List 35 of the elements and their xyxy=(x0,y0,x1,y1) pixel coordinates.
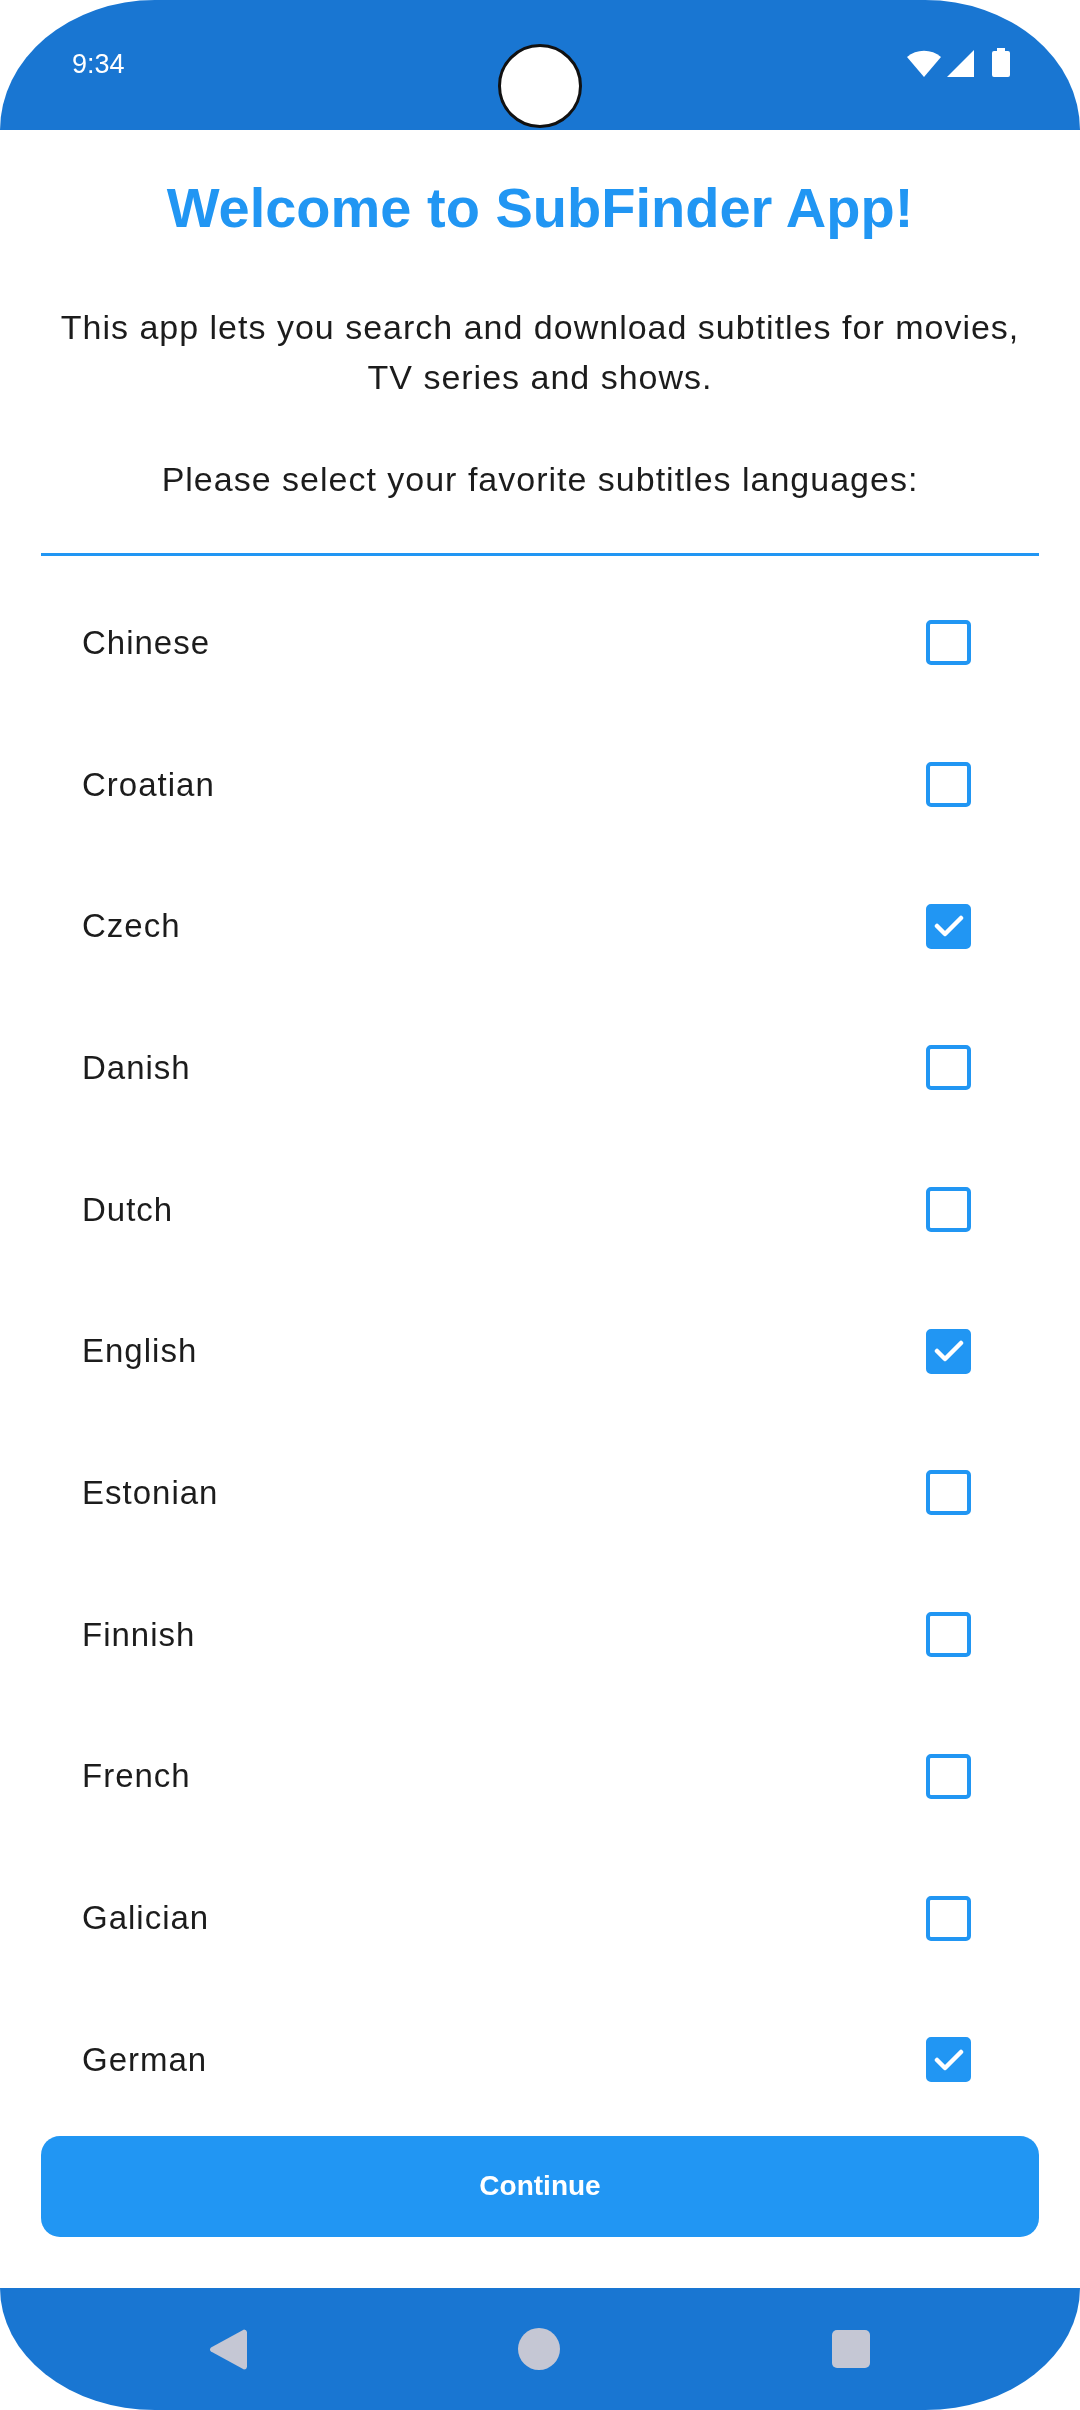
checkbox[interactable] xyxy=(926,1895,971,1941)
checkbox[interactable] xyxy=(926,2037,971,2083)
language-label[interactable]: Galician xyxy=(82,1898,210,1939)
welcome-title: Welcome to SubFinder App! xyxy=(166,175,914,241)
back-icon[interactable] xyxy=(209,2327,247,2371)
checkbox[interactable] xyxy=(926,903,971,949)
language-label[interactable]: Chinese xyxy=(82,622,211,663)
language-label[interactable]: French xyxy=(82,1756,191,1797)
checkmark-icon xyxy=(933,915,964,938)
language-label[interactable]: German xyxy=(82,2039,208,2080)
app-description: This app lets you search and download subtitles for movies, TV series and shows. xyxy=(59,307,1021,398)
signal-icon xyxy=(947,50,974,77)
checkbox[interactable] xyxy=(926,1328,971,1374)
language-label[interactable]: English xyxy=(82,1331,198,1372)
language-label[interactable]: Finnish xyxy=(82,1614,196,1655)
language-label[interactable]: Croatian xyxy=(82,764,215,805)
checkbox[interactable] xyxy=(926,762,971,808)
checkmark-icon xyxy=(933,2048,964,2071)
checkbox[interactable] xyxy=(926,1470,971,1516)
camera-cutout-icon xyxy=(498,44,582,128)
checkbox[interactable] xyxy=(926,1612,971,1658)
wifi-icon xyxy=(907,50,941,77)
language-label[interactable]: Czech xyxy=(82,906,181,947)
checkbox[interactable] xyxy=(926,1753,971,1799)
language-label[interactable]: Danish xyxy=(82,1047,191,1088)
checkbox[interactable] xyxy=(926,620,971,666)
home-icon[interactable] xyxy=(518,2328,560,2370)
checkmark-icon xyxy=(933,1340,964,1363)
language-label[interactable]: Estonian xyxy=(82,1472,219,1513)
language-prompt: Please select your favorite subtitles languages: xyxy=(161,459,919,500)
status-time: 9:34 xyxy=(72,48,125,81)
checkbox[interactable] xyxy=(926,1045,971,1091)
checkbox[interactable] xyxy=(926,1187,971,1233)
language-label[interactable]: Dutch xyxy=(82,1189,174,1230)
battery-icon xyxy=(992,48,1010,77)
